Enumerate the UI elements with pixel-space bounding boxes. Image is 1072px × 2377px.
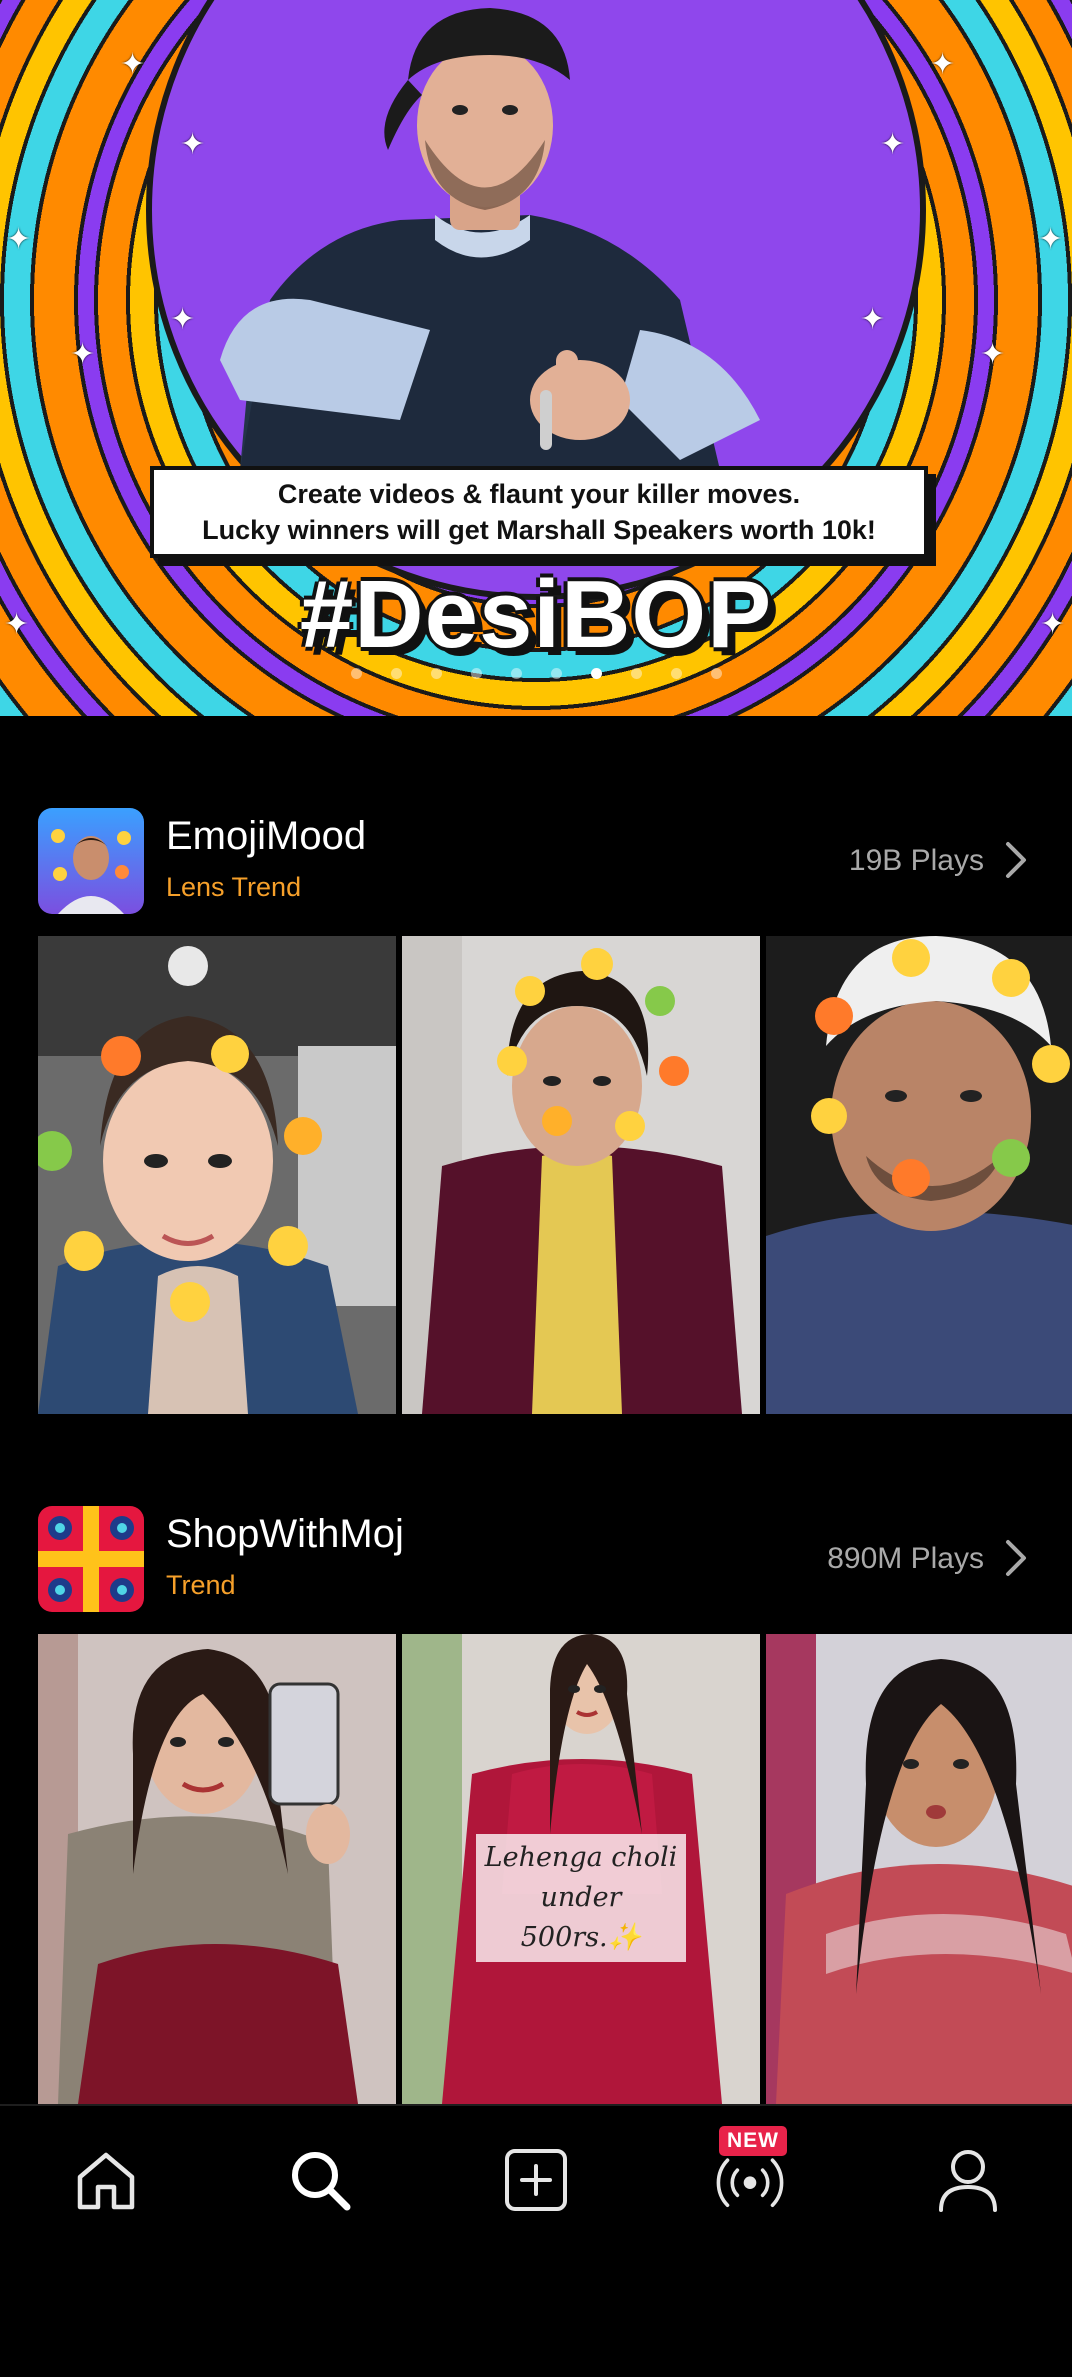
- trend-video-row: Lehenga choli under 500rs.✨: [38, 1634, 1072, 2104]
- banner-person-image: [220, 8, 760, 470]
- caption-line-2: under 500rs.✨: [520, 1882, 642, 1953]
- new-badge: NEW: [719, 2126, 787, 2156]
- trend-header[interactable]: EmojiMood Lens Trend 19B Plays: [0, 808, 1072, 928]
- plus-square-icon: [505, 2149, 567, 2211]
- video-thumbnail[interactable]: [402, 936, 760, 1414]
- banner-hashtag: #DesiBOP: [299, 561, 773, 668]
- sparkle-icon: ✦: [930, 48, 956, 81]
- carousel-dot[interactable]: [710, 668, 722, 679]
- trend-section-shopwithmoj: ShopWithMoj Trend 890M Plays Lehenga cho…: [0, 1506, 1072, 2104]
- chevron-right-icon[interactable]: [998, 840, 1034, 880]
- chevron-right-icon[interactable]: [998, 1538, 1034, 1578]
- caption-line-1: Lehenga choli: [484, 1842, 678, 1873]
- sparkle-icon: ✦: [980, 338, 1006, 371]
- carousel-dot[interactable]: [550, 668, 562, 679]
- carousel-dot[interactable]: [430, 668, 442, 679]
- video-thumbnail[interactable]: [38, 936, 396, 1414]
- banner-line-1: Create videos & flaunt your killer moves…: [277, 479, 801, 509]
- trend-title[interactable]: ShopWithMoj: [166, 1512, 404, 1557]
- video-caption-overlay: Lehenga choli under 500rs.✨: [476, 1834, 686, 1962]
- nav-search[interactable]: [284, 2144, 356, 2216]
- trend-section-emojimood: EmojiMood Lens Trend 19B Plays: [0, 808, 1072, 1414]
- nav-home[interactable]: [70, 2144, 142, 2216]
- trend-video-row: [38, 936, 1072, 1414]
- trend-header[interactable]: ShopWithMoj Trend 890M Plays: [0, 1506, 1072, 1626]
- video-thumbnail[interactable]: [38, 1634, 396, 2104]
- sparkle-icon: ✦: [120, 48, 146, 81]
- nav-profile[interactable]: [932, 2144, 1004, 2216]
- bottom-navigation: [0, 2104, 1072, 2254]
- shopwithmoj-thumbnail[interactable]: [38, 1506, 144, 1612]
- promo-banner[interactable]: ✦ ✦ ✦ ✦ ✦ ✦ ✦ ✦ ✦ ✦ ✦ ✦ Create videos & …: [0, 0, 1072, 716]
- video-thumbnail[interactable]: Lehenga choli under 500rs.✨: [402, 1634, 760, 2104]
- banner-line-2: Lucky winners will get Marshall Speakers…: [202, 515, 876, 545]
- banner-message-card: Create videos & flaunt your killer moves…: [150, 466, 928, 558]
- sparkle-icon: ✦: [70, 338, 96, 371]
- user-icon: [939, 2150, 997, 2212]
- carousel-dot[interactable]: [470, 668, 482, 679]
- carousel-dot[interactable]: [350, 668, 362, 679]
- trend-title[interactable]: EmojiMood: [166, 814, 366, 859]
- trend-play-count[interactable]: 890M Plays: [827, 1542, 984, 1576]
- sparkle-icon: ✦: [170, 303, 196, 336]
- sparkle-icon: ✦: [880, 128, 906, 161]
- sparkle-icon: ✦: [6, 223, 32, 256]
- trend-play-count[interactable]: 19B Plays: [849, 844, 984, 878]
- trend-subtitle: Lens Trend: [166, 872, 302, 902]
- carousel-indicator: [0, 668, 1072, 679]
- carousel-dot[interactable]: [630, 668, 642, 679]
- trend-subtitle: Trend: [166, 1570, 236, 1600]
- video-thumbnail[interactable]: [766, 936, 1072, 1414]
- emojimood-thumbnail[interactable]: [38, 808, 144, 914]
- home-icon: [77, 2152, 135, 2210]
- sparkle-icon: ✦: [860, 303, 886, 336]
- carousel-dot[interactable]: [390, 668, 402, 679]
- carousel-dot[interactable]: [510, 668, 522, 679]
- search-icon: [292, 2152, 351, 2211]
- carousel-dot[interactable]: [670, 668, 682, 679]
- carousel-dot-active[interactable]: [590, 668, 602, 679]
- video-thumbnail[interactable]: [766, 1634, 1072, 2104]
- nav-create[interactable]: [500, 2144, 572, 2216]
- sparkle-icon: ✦: [1038, 223, 1064, 256]
